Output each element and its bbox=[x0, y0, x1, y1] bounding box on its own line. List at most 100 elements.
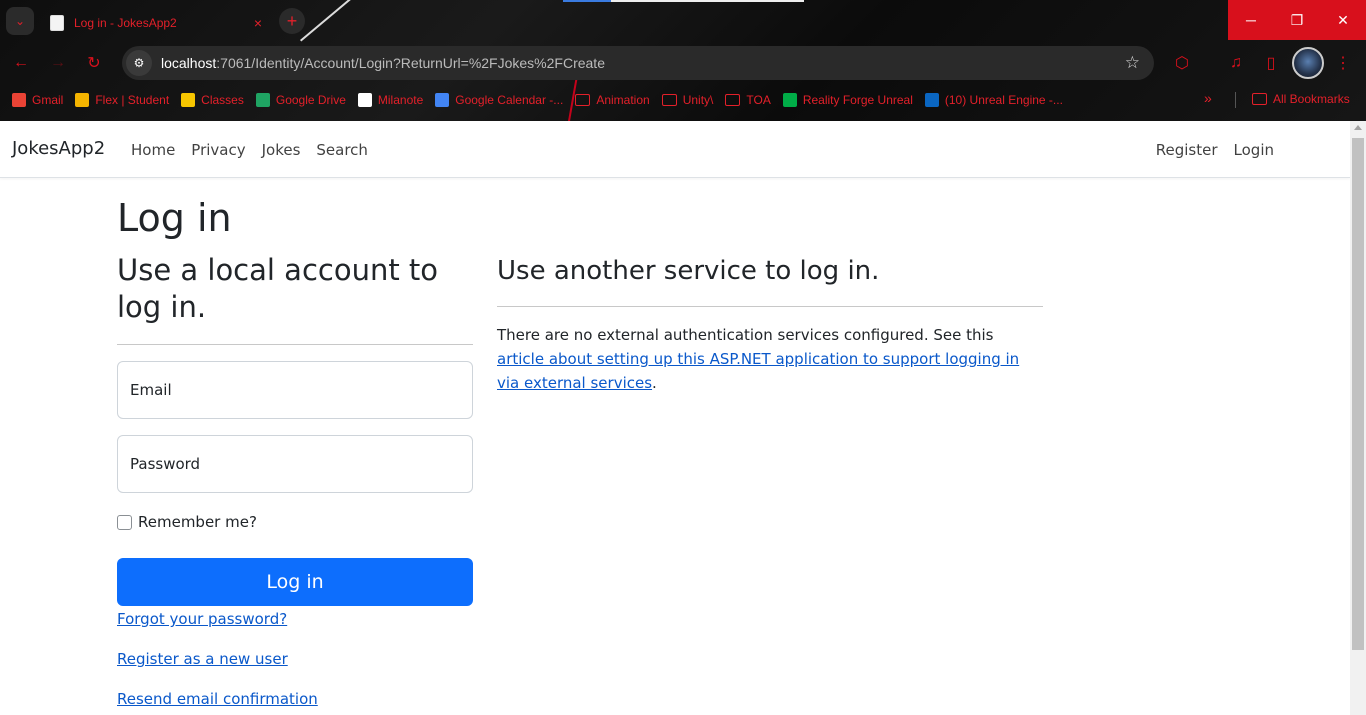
tab-title: Log in - JokesApp2 bbox=[74, 16, 177, 30]
email-field[interactable]: Email bbox=[117, 361, 473, 419]
side-panel-icon[interactable]: ▯ bbox=[1260, 52, 1282, 74]
url-host: localhost bbox=[161, 55, 217, 71]
meet-icon bbox=[782, 93, 797, 107]
gmail-icon bbox=[12, 93, 26, 107]
extensions-puzzle-icon[interactable]: ⬡ bbox=[1171, 52, 1193, 74]
bookmark-label: Reality Forge Unreal bbox=[802, 93, 913, 107]
external-auth-article-link[interactable]: article about setting up this ASP.NET ap… bbox=[497, 350, 1019, 392]
window-controls: ─ ❐ ✕ bbox=[1228, 0, 1366, 40]
menu-kebab-icon[interactable]: ⋮ bbox=[1332, 52, 1354, 74]
brand-link[interactable]: JokesApp2 bbox=[12, 138, 105, 159]
all-bookmarks-button[interactable]: All Bookmarks bbox=[1252, 92, 1350, 106]
bookmark-label: Gmail bbox=[32, 93, 64, 107]
bookmark-label: Classes bbox=[201, 93, 244, 107]
register-new-user-link[interactable]: Register as a new user bbox=[117, 650, 473, 668]
nav-privacy-link[interactable]: Privacy bbox=[191, 141, 245, 159]
back-arrow-icon[interactable]: ← bbox=[10, 52, 32, 74]
profile-avatar[interactable] bbox=[1292, 47, 1324, 79]
folder-icon bbox=[661, 94, 677, 106]
browser-toolbar: ← → ↻ ⚙ localhost:7061/Identity/Account/… bbox=[0, 42, 1366, 84]
folder-icon bbox=[575, 94, 591, 106]
url-text[interactable]: localhost:7061/Identity/Account/Login?Re… bbox=[161, 55, 605, 71]
bookmark-item[interactable]: Gmail bbox=[12, 93, 63, 107]
external-login-heading: Use another service to log in. bbox=[497, 256, 880, 286]
remember-me-row: Remember me? bbox=[117, 513, 473, 531]
password-field[interactable]: Password bbox=[117, 435, 473, 493]
bookmark-label: TOA bbox=[746, 93, 771, 107]
decor-strip bbox=[563, 0, 611, 2]
bookmarks-overflow-icon[interactable]: » bbox=[1204, 90, 1212, 106]
nav-login-link[interactable]: Login bbox=[1234, 141, 1274, 159]
bookmark-item[interactable]: Flex | Student bbox=[75, 93, 169, 107]
login-submit-button[interactable]: Log in bbox=[117, 558, 473, 606]
divider bbox=[117, 344, 473, 345]
remember-me-label[interactable]: Remember me? bbox=[138, 513, 257, 531]
email-floating-label: Email bbox=[130, 381, 172, 399]
message-end: . bbox=[652, 374, 657, 392]
tab-search-chevron-down-icon[interactable]: ⌄ bbox=[6, 7, 34, 35]
site-settings-icon[interactable]: ⚙ bbox=[126, 50, 152, 76]
decor-strip bbox=[611, 0, 804, 2]
site-navbar: JokesApp2 Home Privacy Jokes Search Regi… bbox=[0, 121, 1350, 178]
tab-strip: ⌄ Log in - JokesApp2 × + ─ ❐ ✕ bbox=[0, 0, 1366, 42]
nav-links: Home Privacy Jokes Search bbox=[131, 141, 384, 159]
bookmark-label: Animation bbox=[596, 93, 650, 107]
external-login-message: There are no external authentication ser… bbox=[497, 323, 1043, 395]
forgot-password-link[interactable]: Forgot your password? bbox=[117, 610, 473, 628]
web-page: JokesApp2 Home Privacy Jokes Search Regi… bbox=[0, 121, 1350, 715]
nav-search-link[interactable]: Search bbox=[316, 141, 368, 159]
bookmark-item[interactable]: Google Calendar -... bbox=[435, 93, 563, 107]
close-window-button[interactable]: ✕ bbox=[1320, 0, 1366, 40]
media-control-icon[interactable]: ♫ bbox=[1225, 52, 1247, 74]
bookmark-label: Flex | Student bbox=[95, 93, 170, 107]
bookmark-item[interactable]: Unity\ bbox=[661, 93, 714, 107]
bookmark-star-icon[interactable]: ☆ bbox=[1125, 53, 1140, 73]
milanote-icon bbox=[357, 93, 372, 107]
reload-icon[interactable]: ↻ bbox=[83, 52, 105, 74]
remember-me-checkbox[interactable] bbox=[117, 514, 132, 530]
bookmark-item[interactable]: Animation bbox=[575, 93, 650, 107]
password-floating-label: Password bbox=[130, 455, 201, 473]
browser-tab-active[interactable]: Log in - JokesApp2 × bbox=[40, 4, 272, 42]
bookmarks-bar: Gmail Flex | Student Classes Google Drive Mi… bbox=[0, 86, 1366, 114]
nav-account-links: Register Login bbox=[1140, 141, 1274, 159]
calendar-icon bbox=[435, 93, 450, 107]
folder-icon bbox=[1252, 93, 1267, 105]
resend-confirmation-link[interactable]: Resend email confirmation bbox=[117, 690, 473, 708]
url-path: :7061/Identity/Account/Login?ReturnUrl=%… bbox=[216, 55, 605, 71]
bookmark-item[interactable]: (10) Unreal Engine -... bbox=[924, 93, 1063, 107]
bookmark-item[interactable]: Classes bbox=[181, 93, 244, 107]
minimize-button[interactable]: ─ bbox=[1228, 0, 1274, 40]
page-favicon-icon bbox=[50, 15, 64, 31]
browser-chrome: ⌄ Log in - JokesApp2 × + ─ ❐ ✕ ← → ↻ ⚙ l… bbox=[0, 0, 1366, 121]
page-title: Log in bbox=[117, 196, 232, 240]
restore-button[interactable]: ❐ bbox=[1274, 0, 1320, 40]
external-login-section: Use another service to log in. There are… bbox=[497, 254, 1043, 395]
bookmark-item[interactable]: Google Drive bbox=[255, 93, 346, 107]
classroom-icon bbox=[181, 93, 196, 107]
bookmark-item[interactable]: Reality Forge Unreal bbox=[782, 93, 913, 107]
scrollbar-thumb[interactable] bbox=[1352, 138, 1364, 650]
address-bar[interactable]: ⚙ localhost:7061/Identity/Account/Login?… bbox=[122, 46, 1154, 80]
drive-icon bbox=[255, 93, 270, 107]
bookmark-label: Google Drive bbox=[275, 93, 346, 107]
bookmark-label: (10) Unreal Engine -... bbox=[944, 93, 1063, 107]
nav-jokes-link[interactable]: Jokes bbox=[262, 141, 301, 159]
bookmark-item[interactable]: TOA bbox=[725, 93, 771, 107]
new-tab-button[interactable]: + bbox=[279, 8, 305, 34]
folder-icon bbox=[725, 94, 741, 106]
forward-arrow-icon[interactable]: → bbox=[47, 52, 69, 74]
bookmark-label: Google Calendar -... bbox=[455, 93, 564, 107]
bookmark-item[interactable]: Milanote bbox=[357, 93, 424, 107]
tab-close-icon[interactable]: × bbox=[254, 15, 262, 31]
nav-register-link[interactable]: Register bbox=[1156, 141, 1218, 159]
linkedin-icon bbox=[924, 93, 939, 107]
page-scrollbar[interactable] bbox=[1350, 121, 1366, 715]
scroll-up-arrow-icon[interactable] bbox=[1354, 125, 1362, 130]
local-login-section: Use a local account to log in. Email Pas… bbox=[117, 252, 473, 708]
bookmark-label: Milanote bbox=[377, 93, 424, 107]
account-links: Forgot your password? Register as a new … bbox=[117, 610, 473, 708]
message-text: There are no external authentication ser… bbox=[497, 326, 994, 344]
bookmark-label: Unity\ bbox=[682, 93, 714, 107]
nav-home-link[interactable]: Home bbox=[131, 141, 175, 159]
